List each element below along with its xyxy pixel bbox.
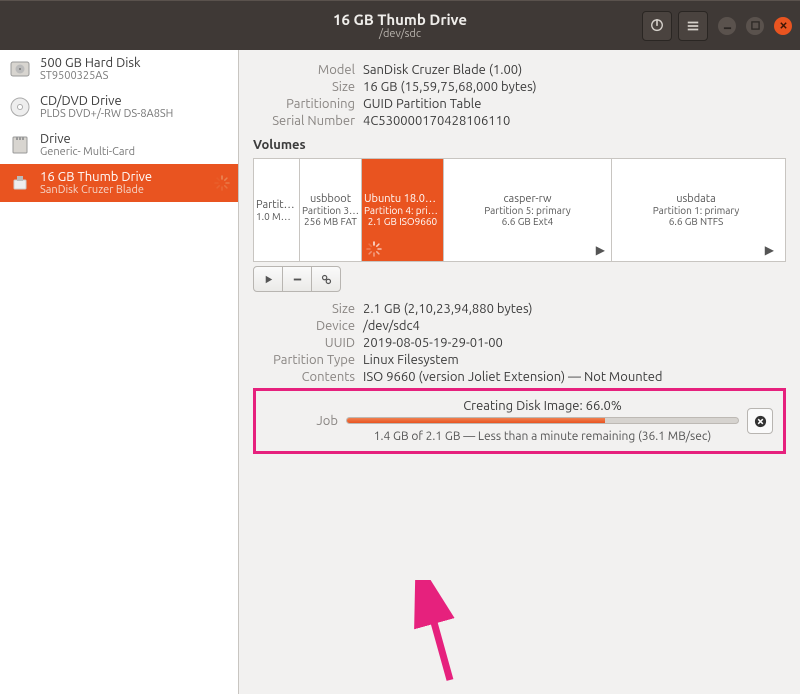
device-name: 16 GB Thumb Drive	[40, 170, 152, 184]
volume-size: 2.1 GB ISO9660	[368, 216, 437, 227]
volume-name: Ubuntu 18.04.3 L…	[364, 193, 441, 205]
device-row[interactable]: CD/DVD DrivePLDS DVD+/-RW DS-8A8SH	[0, 88, 238, 126]
hdd-icon	[8, 57, 32, 81]
optical-icon	[8, 95, 32, 119]
device-name: Drive	[40, 132, 135, 146]
value-uuid: 2019-08-05-19-29-01-00	[363, 336, 503, 350]
job-status: 1.4 GB of 2.1 GB — Less than a minute re…	[346, 430, 739, 443]
label-ptype: Partition Type	[253, 353, 363, 367]
value-model: SanDisk Cruzer Blade (1.00)	[363, 63, 522, 77]
label-device: Device	[253, 319, 363, 333]
volume-size: 6.6 GB NTFS	[669, 216, 724, 227]
label-contents: Contents	[253, 370, 363, 384]
device-sidebar: 500 GB Hard DiskST9500325ASCD/DVD DriveP…	[0, 50, 239, 694]
value-contents: ISO 9660 (version Joliet Extension) — No…	[363, 370, 663, 384]
device-sub: Generic- Multi-Card	[40, 146, 135, 158]
device-name: 500 GB Hard Disk	[40, 56, 141, 70]
label-psize: Size	[253, 302, 363, 316]
device-name: CD/DVD Drive	[40, 94, 173, 108]
volume-partition: Partition 3:…	[302, 205, 359, 216]
volume-map: Partition 2…1.0 MB Un…usbbootPartition 3…	[253, 158, 786, 262]
volume-size: 6.6 GB Ext4	[502, 216, 554, 227]
play-marker-icon: ▶	[596, 243, 605, 257]
volume-name: usbdata	[676, 193, 716, 205]
label-model: Model	[253, 63, 363, 77]
volume-block[interactable]: usbbootPartition 3:…256 MB FAT	[300, 159, 362, 261]
minimize-button[interactable]	[718, 17, 736, 35]
usb-icon	[8, 171, 32, 195]
volume-name: casper-rw	[503, 193, 551, 205]
menu-button[interactable]	[678, 11, 708, 41]
volume-partition: 1.0 MB Un…	[256, 211, 297, 222]
close-button[interactable]	[774, 17, 792, 35]
volume-partition: Partition 4: prim…	[364, 205, 441, 216]
cancel-job-button[interactable]	[747, 408, 773, 434]
volume-name: Partition 2…	[256, 199, 297, 211]
volume-block[interactable]: casper-rwPartition 5: primary6.6 GB Ext4…	[444, 159, 612, 261]
volume-toolbar	[253, 266, 786, 292]
value-partitioning: GUID Partition Table	[363, 97, 481, 111]
label-size: Size	[253, 80, 363, 94]
job-title: Creating Disk Image: 66.0%	[346, 399, 739, 413]
device-sub: PLDS DVD+/-RW DS-8A8SH	[40, 108, 173, 120]
volumes-heading: Volumes	[253, 138, 786, 152]
settings-button[interactable]	[311, 266, 341, 292]
spinner-icon	[214, 175, 230, 191]
volume-partition: Partition 5: primary	[484, 205, 570, 216]
device-row[interactable]: 16 GB Thumb DriveSanDisk Cruzer Blade	[0, 164, 238, 202]
job-highlight-box: Job Creating Disk Image: 66.0% 1.4 GB of…	[253, 388, 786, 454]
device-sub: SanDisk Cruzer Blade	[40, 184, 152, 196]
value-size: 16 GB (15,59,75,68,000 bytes)	[363, 80, 537, 94]
mount-button[interactable]	[253, 266, 283, 292]
content-pane: ModelSanDisk Cruzer Blade (1.00) Size16 …	[239, 50, 800, 694]
label-job: Job	[266, 414, 346, 428]
volume-block[interactable]: Partition 2…1.0 MB Un…	[254, 159, 300, 261]
label-uuid: UUID	[253, 336, 363, 350]
device-row[interactable]: DriveGeneric- Multi-Card	[0, 126, 238, 164]
volume-name: usbboot	[310, 193, 351, 205]
volume-block[interactable]: usbdataPartition 1: primary6.6 GB NTFS ▶	[612, 159, 780, 261]
value-ptype: Linux Filesystem	[363, 353, 459, 367]
label-serial: Serial Number	[253, 114, 363, 128]
volume-block[interactable]: Ubuntu 18.04.3 L…Partition 4: prim…2.1 G…	[362, 159, 444, 261]
spinner-icon	[366, 241, 382, 257]
power-button[interactable]	[642, 11, 672, 41]
titlebar: 16 GB Thumb Drive /dev/sdc	[0, 0, 800, 50]
value-serial: 4C530000170428106110	[363, 114, 510, 128]
value-psize: 2.1 GB (2,10,23,94,880 bytes)	[363, 302, 533, 316]
maximize-button[interactable]	[746, 17, 764, 35]
device-sub: ST9500325AS	[40, 70, 141, 82]
card-icon	[8, 133, 32, 157]
remove-button[interactable]	[282, 266, 312, 292]
label-partitioning: Partitioning	[253, 97, 363, 111]
play-marker-icon: ▶	[765, 243, 774, 257]
volume-size: 256 MB FAT	[304, 216, 357, 227]
device-row[interactable]: 500 GB Hard DiskST9500325AS	[0, 50, 238, 88]
volume-partition: Partition 1: primary	[653, 205, 739, 216]
job-progress-bar	[346, 417, 739, 424]
value-device: /dev/sdc4	[363, 319, 420, 333]
